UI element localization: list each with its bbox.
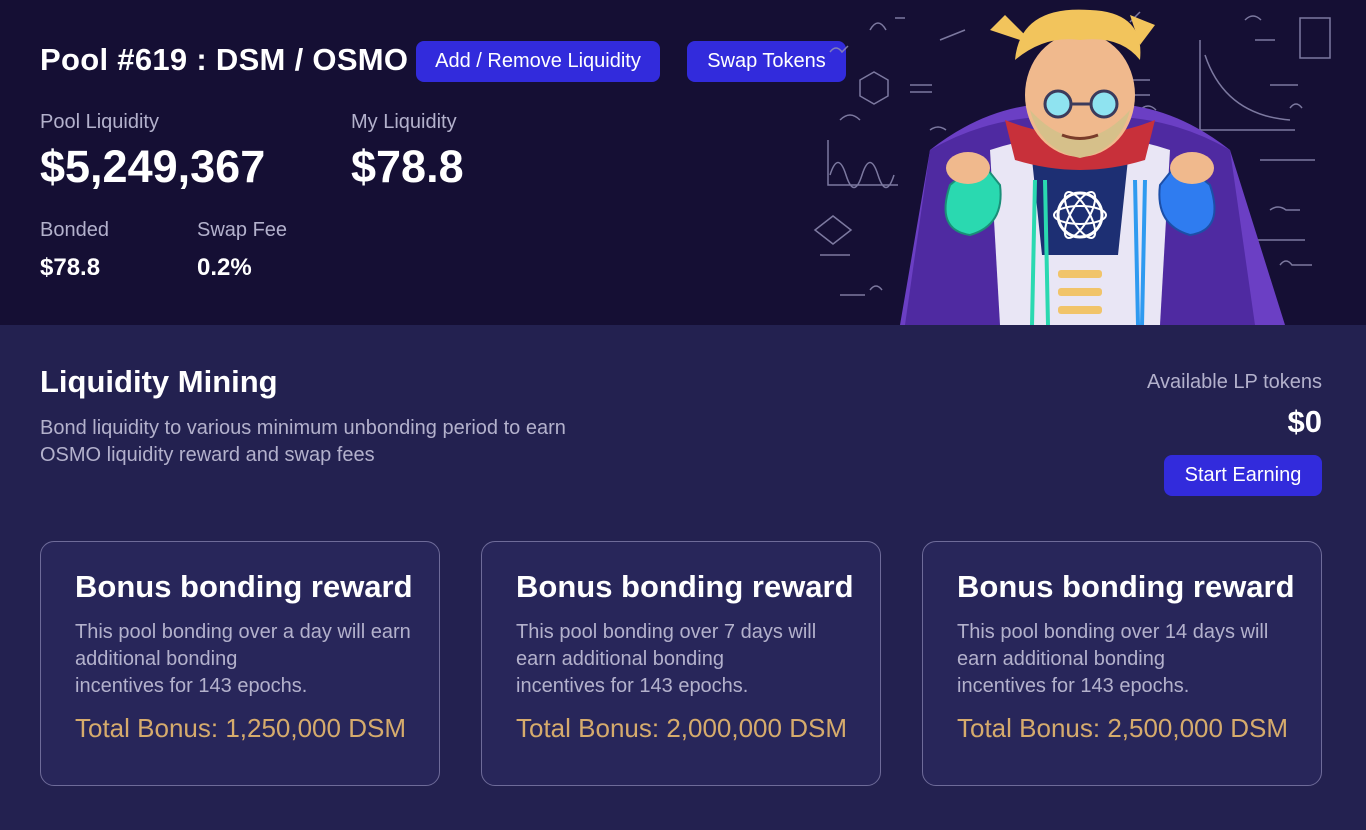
my-liquidity-label: My Liquidity xyxy=(351,111,457,133)
swap-fee-value: 0.2% xyxy=(197,254,252,281)
add-remove-liquidity-button[interactable]: Add / Remove Liquidity xyxy=(416,41,660,82)
start-earning-button[interactable]: Start Earning xyxy=(1164,455,1322,496)
available-lp-tokens-label: Available LP tokens xyxy=(1147,371,1322,393)
pool-liquidity-value: $5,249,367 xyxy=(40,141,266,192)
bonus-card-total: Total Bonus: 1,250,000 DSM xyxy=(75,713,406,743)
liquidity-mining-desc-line2: OSMO liquidity reward and swap fees xyxy=(40,444,375,466)
liquidity-mining-desc-line1: Bond liquidity to various minimum unbond… xyxy=(40,417,566,439)
bonus-card-total: Total Bonus: 2,500,000 DSM xyxy=(957,713,1288,743)
bonus-card-title: Bonus bonding reward xyxy=(516,569,854,604)
bonus-card-title: Bonus bonding reward xyxy=(957,569,1295,604)
bonus-card-7-days: Bonus bonding reward This pool bonding o… xyxy=(481,541,881,786)
pool-liquidity-label: Pool Liquidity xyxy=(40,111,159,133)
bonus-card-14-days: Bonus bonding reward This pool bonding o… xyxy=(922,541,1322,786)
bonus-card-description: This pool bonding over a day will earn a… xyxy=(75,621,411,697)
bonded-label: Bonded xyxy=(40,219,109,241)
bonus-card-1-day: Bonus bonding reward This pool bonding o… xyxy=(40,541,440,786)
scientist-mascot-icon xyxy=(813,9,1331,325)
pool-title: Pool #619 : DSM / OSMO xyxy=(40,42,409,77)
bonded-value: $78.8 xyxy=(40,254,101,281)
my-liquidity-value: $78.8 xyxy=(351,141,464,192)
pool-header: Pool #619 : DSM / OSMO Add / Remove Liqu… xyxy=(0,0,1366,325)
liquidity-mining-description: Bond liquidity to various minimum unbond… xyxy=(40,415,580,469)
bonus-card-total: Total Bonus: 2,000,000 DSM xyxy=(516,713,847,743)
swap-fee-label: Swap Fee xyxy=(197,219,288,241)
liquidity-mining-title: Liquidity Mining xyxy=(40,364,278,399)
available-lp-tokens-value: $0 xyxy=(1287,404,1322,439)
bonus-card-description: This pool bonding over 7 days will earn … xyxy=(516,621,817,697)
bonus-card-title: Bonus bonding reward xyxy=(75,569,413,604)
bonus-card-description: This pool bonding over 14 days will earn… xyxy=(957,621,1269,697)
